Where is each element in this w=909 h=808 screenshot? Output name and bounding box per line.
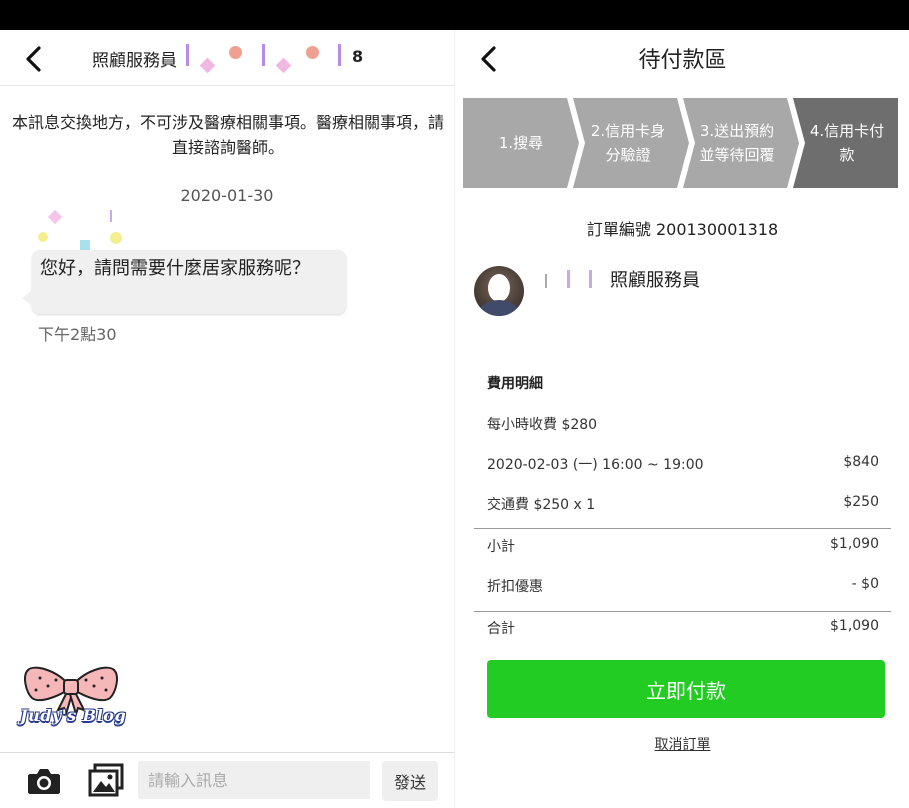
- step-4-active: 4.信用卡付款: [809, 122, 885, 164]
- fee-row: 交通費 $250 x 1 $250: [487, 494, 879, 514]
- status-bar: [0, 0, 909, 30]
- fee-row-amount: $840: [843, 454, 879, 470]
- subtotal-row: 小計 $1,090: [487, 536, 879, 556]
- chat-contact-suffix: 8: [352, 47, 364, 66]
- message-input-bar: 發送: [0, 752, 454, 808]
- subtotal-amount: $1,090: [830, 536, 879, 552]
- caregiver-avatar: [474, 266, 524, 316]
- fee-row-amount: $250: [843, 494, 879, 510]
- camera-icon[interactable]: [26, 765, 62, 797]
- cancel-order-link[interactable]: 取消訂單: [455, 734, 909, 754]
- message-input[interactable]: [138, 761, 370, 799]
- message-time: 下午2點30: [38, 325, 117, 344]
- blog-watermark: Judy's Blog: [20, 706, 127, 725]
- subtotal-label: 小計: [487, 539, 515, 555]
- hourly-rate: 每小時收費 $280: [487, 417, 598, 433]
- date-separator: 2020-01-30: [180, 186, 274, 205]
- caregiver-name-mask: [545, 268, 605, 292]
- send-button[interactable]: 發送: [382, 761, 438, 801]
- step-1: 1.搜尋: [498, 134, 544, 152]
- page-title: 待付款區: [638, 48, 727, 73]
- fee-section-title: 費用明細: [487, 376, 543, 392]
- hourly-rate-row: 每小時收費 $280: [487, 414, 879, 434]
- total-amount: $1,090: [830, 618, 879, 634]
- cancel-order-label[interactable]: 取消訂單: [655, 737, 711, 753]
- privacy-mask: [184, 42, 344, 76]
- progress-steps: 1.搜尋 2.信用卡身分驗證 3.送出預約並等待回覆 4.信用卡付款: [463, 98, 898, 188]
- chat-screen: 照顧服務員 8 本訊息交換地方，不可涉及醫療相關事項。醫療相關事項，請直接諮詢醫…: [0, 30, 454, 808]
- payment-screen: 待付款區 1.搜尋 2.信用卡身分驗證 3.送出預約並等待回覆 4.信用卡付款 …: [454, 30, 909, 808]
- fee-row-label: 交通費 $250 x 1: [487, 497, 596, 513]
- divider: [474, 611, 891, 612]
- discount-label: 折扣優惠: [487, 579, 543, 595]
- divider: [474, 528, 891, 529]
- payment-header: 待付款區: [455, 30, 909, 86]
- caregiver-title: 照顧服務員: [610, 270, 700, 291]
- fee-row-label: 2020-02-03 (一) 16:00 ~ 19:00: [487, 457, 704, 473]
- back-button[interactable]: [16, 42, 50, 76]
- chat-notice: 本訊息交換地方，不可涉及醫療相關事項。醫療相關事項，請直接諮詢醫師。: [11, 113, 444, 157]
- step-3: 3.送出預約並等待回覆: [699, 122, 775, 164]
- fee-row: 2020-02-03 (一) 16:00 ~ 19:00 $840: [487, 454, 879, 474]
- discount-amount: - $0: [851, 576, 879, 592]
- sender-avatar-mask: [34, 209, 134, 250]
- total-row: 合計 $1,090: [487, 618, 879, 638]
- image-gallery-icon[interactable]: [88, 763, 124, 797]
- message-bubble: 您好，請問需要什麼居家服務呢？: [22, 250, 346, 314]
- step-2: 2.信用卡身分驗證: [590, 122, 666, 164]
- chevron-left-icon: [26, 46, 41, 72]
- total-label: 合計: [487, 621, 515, 637]
- discount-row: 折扣優惠 - $0: [487, 576, 879, 596]
- order-number: 訂單編號 200130001318: [586, 220, 779, 239]
- pay-now-button[interactable]: 立即付款: [487, 660, 885, 718]
- chat-header: 照顧服務員 8: [0, 30, 454, 86]
- chat-contact-name: 照顧服務員: [92, 51, 177, 71]
